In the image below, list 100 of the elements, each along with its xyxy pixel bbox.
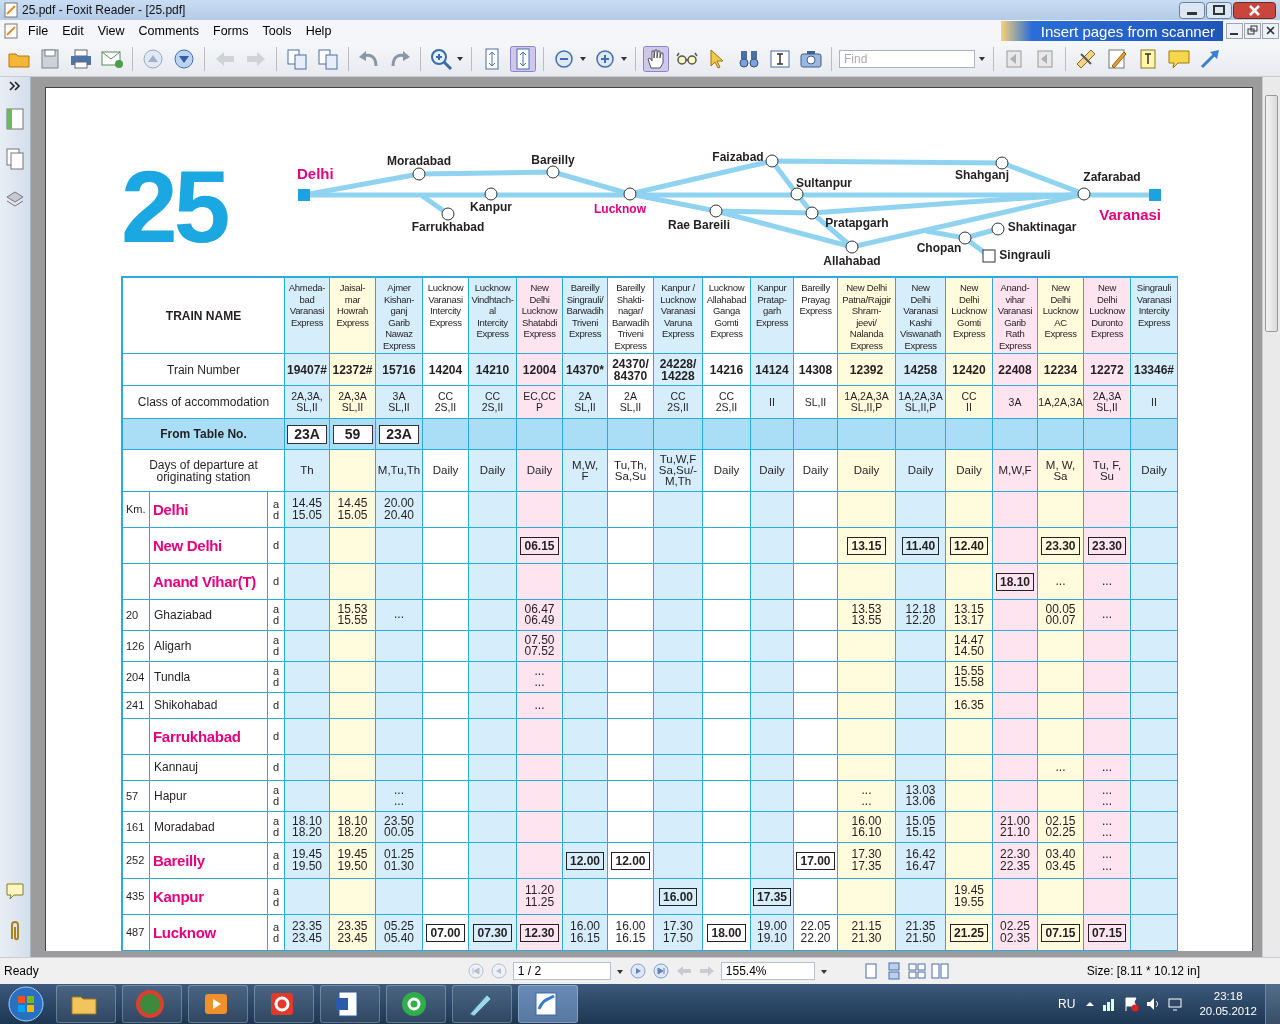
find-field[interactable]: Find [839, 50, 975, 68]
minimize-icon[interactable] [1226, 23, 1243, 39]
table-reference[interactable]: 59 [332, 424, 373, 444]
taskbar-button[interactable] [452, 985, 512, 1023]
class-cell: 3A [993, 386, 1038, 419]
table-cell [751, 719, 794, 755]
table-cell [563, 492, 608, 528]
close-icon[interactable] [1262, 23, 1279, 39]
table-cell [285, 631, 330, 662]
table-cell [608, 719, 654, 755]
table-cell [517, 812, 563, 843]
time-text: 20.00 20.40 [384, 498, 414, 521]
boxed-time: 18.00 [707, 923, 746, 942]
maximize-icon[interactable] [1206, 1, 1232, 19]
menu-item[interactable]: View [90, 24, 132, 38]
table-cell [838, 693, 896, 719]
station-marker [958, 231, 972, 244]
station-marker [484, 187, 498, 200]
flag-icon[interactable] [1123, 996, 1140, 1012]
table-cell [1131, 693, 1178, 719]
taskbar-button[interactable] [188, 985, 248, 1023]
table-cell [469, 812, 517, 843]
class-cell: 1A,2A,3A SL,II,P [896, 386, 946, 419]
row-label: Class of accommodation [123, 386, 285, 419]
table-reference[interactable]: 23A [379, 424, 419, 444]
station-marker [765, 154, 779, 167]
time-text: ... [1102, 761, 1112, 774]
table-cell [1131, 879, 1178, 915]
class-cell: 2A,3A SL,II [1084, 386, 1131, 419]
time-text: ... [394, 609, 404, 621]
table-cell [838, 419, 896, 450]
row-label: From Table No. [123, 419, 285, 450]
station-label: Rae Bareili [668, 217, 730, 232]
menu-item[interactable]: Edit [55, 24, 91, 38]
restore-icon[interactable] [1244, 23, 1261, 39]
clock[interactable]: 23:18 20.05.2012 [1199, 989, 1257, 1019]
table-cell [1084, 662, 1131, 693]
station-label: Shahganj [955, 167, 1009, 182]
bookmark-page-icon[interactable] [5, 107, 25, 131]
time-text: 02.15 02.25 [1045, 815, 1076, 839]
last-page-icon[interactable] [651, 962, 670, 980]
menu-item[interactable]: Forms [206, 24, 256, 38]
taskbar-button[interactable] [254, 985, 314, 1023]
station-label: Moradabad [387, 153, 451, 168]
boxed-time: 16.00 [659, 887, 697, 906]
taskbar-button[interactable] [386, 985, 446, 1023]
menu-item[interactable]: Comments [131, 24, 206, 38]
zoom-in-icon[interactable] [428, 46, 454, 72]
time-text: 00.05 00.07 [1045, 603, 1076, 627]
caret-up-icon[interactable] [1085, 999, 1096, 1009]
language-indicator[interactable]: RU [1058, 997, 1076, 1011]
scanner-banner[interactable]: Insert pages from scanner [1000, 21, 1223, 41]
down-circle-icon[interactable] [171, 46, 197, 72]
table-cell [703, 843, 751, 879]
time-text: 19.45 19.55 [954, 885, 984, 908]
taskbar-button[interactable] [518, 985, 578, 1023]
page-number-field[interactable]: 1 / 2 [512, 962, 611, 980]
train-number: 12420 [946, 354, 993, 386]
fit-width-icon[interactable] [510, 46, 536, 72]
table-cell [946, 419, 993, 450]
scroll-bar[interactable] [1262, 77, 1280, 957]
monitor-icon[interactable] [1167, 996, 1184, 1012]
station-name: Lucknow [150, 915, 268, 951]
facing-pages-icon[interactable] [907, 962, 926, 980]
table-cell [751, 693, 794, 719]
menu-item[interactable]: Help [298, 24, 339, 38]
table-cell [1131, 662, 1178, 693]
hand-icon[interactable] [643, 46, 669, 72]
pages-icon[interactable] [5, 147, 25, 171]
time-text: 02.25 02.35 [1000, 921, 1030, 944]
station-name: New Delhi [150, 528, 268, 564]
table-cell [1038, 693, 1084, 719]
table-cell [423, 693, 469, 719]
station-marker [995, 156, 1009, 169]
train-number: 12272 [1084, 354, 1131, 386]
boxed-time: 21.25 [950, 923, 988, 942]
station-marker [441, 207, 455, 220]
table-cell [993, 419, 1038, 450]
table-cell [838, 719, 896, 755]
train-name: New Delhi Lucknow AC Express [1038, 278, 1084, 354]
zoom-field[interactable]: 155.4% [720, 962, 815, 980]
km-value: 126 [123, 631, 150, 662]
boxed-time: 12.40 [950, 536, 988, 555]
train-number: 14258 [896, 354, 946, 386]
show-desktop-button[interactable] [1265, 984, 1280, 1024]
table-cell [330, 719, 376, 755]
menu-item[interactable]: Tools [255, 24, 299, 38]
start-orb-icon[interactable] [6, 984, 46, 1024]
table-cell [751, 564, 794, 600]
station-name: Shikohabad [150, 693, 268, 719]
printer-icon[interactable] [68, 46, 94, 72]
table-cell [946, 755, 993, 781]
table-reference[interactable]: 23A [287, 424, 327, 444]
menu-item[interactable]: File [21, 24, 56, 38]
minimize-icon[interactable] [1179, 1, 1205, 19]
close-icon[interactable] [1233, 1, 1276, 19]
double-chevron-icon[interactable] [9, 81, 21, 91]
taskbar-button[interactable] [320, 985, 380, 1023]
taskbar-button[interactable] [56, 985, 116, 1023]
two-page-icon[interactable] [930, 962, 949, 980]
